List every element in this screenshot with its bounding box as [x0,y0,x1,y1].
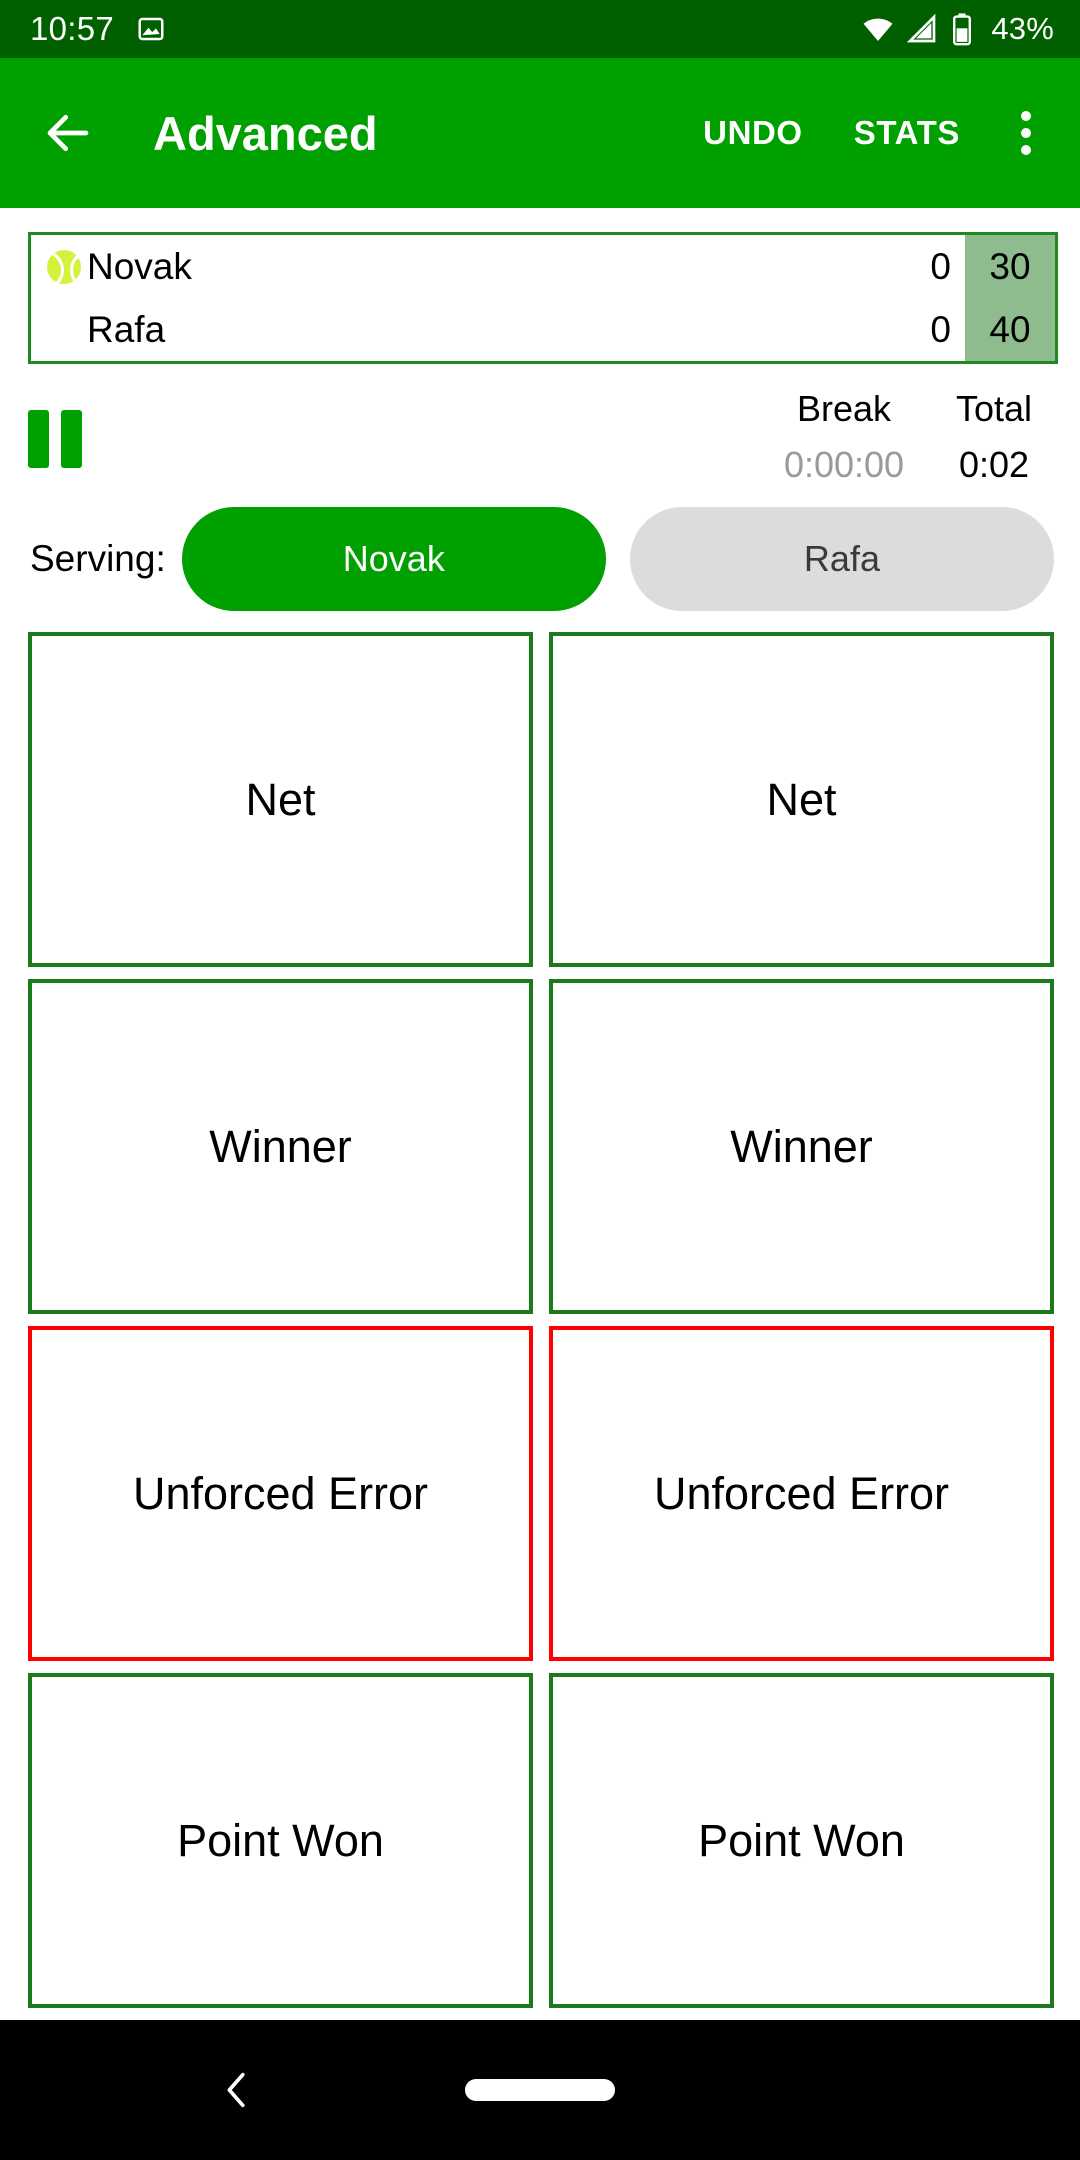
back-button[interactable] [36,101,100,165]
scoreboard-players: Novak 0 Rafa 0 [31,235,965,361]
winner-button-right[interactable]: Winner [549,979,1054,1314]
serving-indicator-slot [41,249,87,284]
pause-icon [61,410,82,468]
player-name: Novak [87,245,192,287]
page-title: Advanced [153,106,378,160]
break-value: 0:00:00 [783,444,905,485]
more-vertical-icon [1021,128,1031,138]
undo-button[interactable]: UNDO [695,102,811,164]
status-system-icons: 43% [861,11,1054,47]
table-row: Rafa 0 [31,298,965,361]
player-games: 0 [930,245,951,287]
image-icon [138,17,164,41]
unforced-error-button-left[interactable]: Unforced Error [28,1326,533,1661]
more-vertical-icon [1021,145,1031,155]
serving-label: Serving: [30,538,166,579]
timer-labels: Break Total [754,388,1054,430]
action-row-winner: Winner Winner [28,979,1054,1314]
player-name: Rafa [87,308,166,350]
main-content: Novak 0 Rafa 0 30 40 Break Total 0:00:00… [0,208,1080,2020]
action-grid: Net Net Winner Winner Unforced Error Unf… [0,624,1080,2020]
total-value: 0:02 [958,444,1030,485]
timer-values: 0:00:00 0:02 [754,444,1054,486]
battery-icon [953,13,972,46]
cellular-signal-icon [907,13,936,43]
status-clock: 10:57 [30,10,115,47]
nav-home-button[interactable] [465,2079,615,2101]
scoreboard[interactable]: Novak 0 Rafa 0 30 40 [28,232,1058,364]
net-button-left[interactable]: Net [28,632,533,967]
unforced-error-button-right[interactable]: Unforced Error [549,1326,1054,1661]
battery-percent-label: 43% [991,11,1054,46]
point-won-button-right[interactable]: Point Won [549,1673,1054,2008]
status-bar: 10:57 43% [0,0,1080,58]
app-screen: 10:57 43% Advanced UNDO STATS Novak 0 Ra… [0,0,1080,2160]
tennis-ball-icon [47,249,81,284]
status-notification-icons [136,14,166,44]
net-button-right[interactable]: Net [549,632,1054,967]
overflow-menu-button[interactable] [996,94,1056,172]
action-row-unforced-error: Unforced Error Unforced Error [28,1326,1054,1661]
serving-option-novak[interactable]: Novak [181,507,606,611]
player-points: 30 [989,245,1031,287]
timer-block: Break Total 0:00:00 0:02 [754,388,1054,486]
serving-row: Serving: Novak Rafa [0,494,1080,624]
point-won-button-left[interactable]: Point Won [28,1673,533,2008]
app-bar: Advanced UNDO STATS [0,58,1080,208]
system-navigation-bar [0,2020,1080,2160]
stats-button[interactable]: STATS [846,102,968,164]
wifi-icon [863,18,893,42]
player-games: 0 [930,308,951,350]
serving-option-rafa[interactable]: Rafa [629,507,1055,611]
pause-icon [28,410,49,468]
action-row-net: Net Net [28,632,1054,967]
total-label: Total [955,388,1033,429]
scoreboard-points-column: 30 40 [965,235,1055,361]
action-row-point-won: Point Won Point Won [28,1673,1054,2008]
player-points: 40 [989,308,1031,350]
more-vertical-icon [1021,111,1031,121]
arrow-left-icon [47,114,89,152]
nav-back-button[interactable] [202,2055,272,2125]
table-row: Novak 0 [31,235,965,298]
break-label: Break [796,388,892,429]
pause-button[interactable] [28,388,82,468]
timer-row: Break Total 0:00:00 0:02 [0,364,1080,494]
chevron-left-icon [227,2072,245,2108]
winner-button-left[interactable]: Winner [28,979,533,1314]
